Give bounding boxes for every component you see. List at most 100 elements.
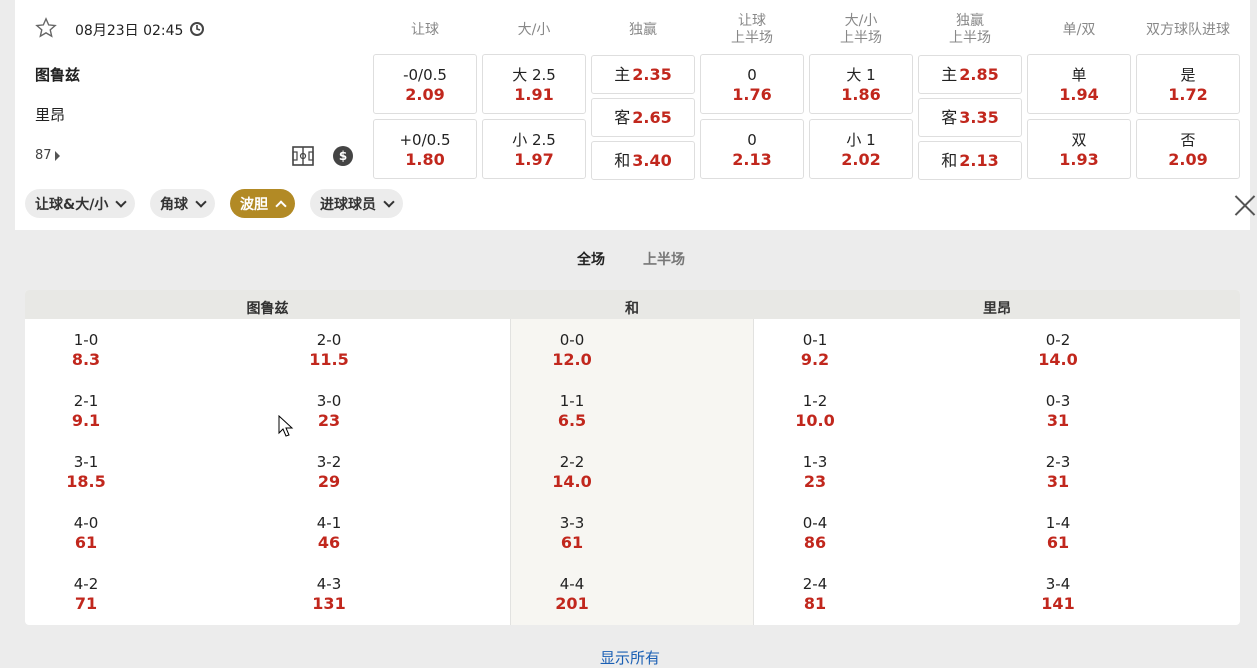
odds-button[interactable]: 双 1.93 [1027, 119, 1131, 179]
tab-fulltime[interactable]: 全场 [577, 249, 605, 269]
chevron-down-icon [383, 195, 395, 208]
column-header: 独赢 上半场 [949, 13, 991, 46]
odds-button[interactable]: 小 1 2.02 [809, 119, 913, 179]
market-filter-chip[interactable]: 角球 [150, 189, 215, 218]
odds-button[interactable]: 0 2.13 [700, 119, 804, 179]
odds-button[interactable]: 和 3.40 [591, 141, 695, 180]
pitch-icon[interactable] [292, 146, 314, 166]
odds-button[interactable]: 否 2.09 [1136, 119, 1240, 179]
odds-button[interactable]: 主 2.35 [591, 55, 695, 94]
score-cell[interactable]: 2-2 14.0 [512, 452, 632, 492]
column-header: 双方球队进球 [1146, 21, 1230, 38]
cash-out-icon[interactable]: $ [333, 146, 353, 166]
tab-firsthalf[interactable]: 上半场 [643, 249, 685, 269]
odds-button[interactable]: 0 1.76 [700, 54, 804, 114]
odds-button[interactable]: 大 1 1.86 [809, 54, 913, 114]
odds-value: 1.93 [1059, 150, 1099, 169]
odds-value: 3.35 [959, 107, 999, 127]
column-header: 大/小 [517, 21, 551, 38]
score-cell[interactable]: 3-2 29 [269, 452, 389, 492]
score-odds: 86 [803, 533, 827, 552]
odds-button[interactable]: 主 2.85 [918, 55, 1022, 94]
page: 08月23日 02:45 图鲁兹 里昂 87 $ 让球 大/小 独赢 让球 上半场 大/小… [0, 0, 1257, 668]
odds-label: 是 [1180, 66, 1196, 84]
caret-right-icon [54, 150, 60, 161]
score-cell[interactable]: 4-4 201 [512, 574, 632, 614]
odds-value: 2.35 [632, 64, 672, 84]
grid-head-home: 图鲁兹 [246, 301, 289, 317]
score-cell[interactable]: 0-3 31 [998, 391, 1118, 431]
score-cell[interactable]: 4-1 46 [269, 513, 389, 553]
odds-value: 2.02 [841, 150, 881, 169]
column-header: 单/双 [1062, 21, 1096, 38]
score-cell[interactable]: 1-1 6.5 [512, 391, 632, 431]
score-label: 1-2 [802, 392, 828, 410]
score-label: 3-0 [316, 392, 342, 410]
odds-button[interactable]: 客 2.65 [591, 98, 695, 137]
market-filter-chip[interactable]: 让球&大/小 [25, 189, 136, 218]
odds-value: 3.40 [632, 150, 672, 170]
score-odds: 71 [74, 594, 98, 613]
show-all-link[interactable]: 显示所有 [600, 647, 660, 668]
match-card: 08月23日 02:45 图鲁兹 里昂 87 $ 让球 大/小 独赢 让球 上半场 大/小… [15, 0, 1250, 230]
score-cell[interactable]: 2-0 11.5 [269, 330, 389, 370]
score-odds: 12.0 [552, 350, 592, 369]
score-cell[interactable]: 2-3 31 [998, 452, 1118, 492]
odds-button[interactable]: 客 3.35 [918, 98, 1022, 137]
odds-value: 1.91 [514, 85, 554, 104]
score-odds: 31 [1046, 411, 1070, 430]
odds-label: 小 1 [846, 131, 876, 149]
odds-button[interactable]: 和 2.13 [918, 141, 1022, 180]
score-label: 2-3 [1045, 453, 1071, 471]
score-cell[interactable]: 4-2 71 [26, 574, 146, 614]
odds-button[interactable]: +0/0.5 1.80 [373, 119, 477, 179]
chevron-down-icon [115, 195, 127, 208]
score-label: 2-4 [802, 575, 828, 593]
mouse-cursor-icon [278, 415, 294, 437]
odds-value: 1.86 [841, 85, 881, 104]
odds-button[interactable]: 大 2.5 1.91 [482, 54, 586, 114]
score-cell[interactable]: 4-3 131 [269, 574, 389, 614]
odds-button[interactable]: 单 1.94 [1027, 54, 1131, 114]
score-cell[interactable]: 1-2 10.0 [755, 391, 875, 431]
score-cell[interactable]: 2-4 81 [755, 574, 875, 614]
score-odds: 8.3 [71, 350, 101, 369]
score-odds: 81 [803, 594, 827, 613]
score-odds: 141 [1041, 594, 1075, 613]
score-cell[interactable]: 0-4 86 [755, 513, 875, 553]
score-cell[interactable]: 0-0 12.0 [512, 330, 632, 370]
market-filter-chip[interactable]: 波胆 [230, 189, 295, 218]
market-filter-chip[interactable]: 进球球员 [310, 189, 403, 218]
score-cell[interactable]: 0-1 9.2 [755, 330, 875, 370]
score-odds: 11.5 [309, 350, 349, 369]
score-label: 2-2 [559, 453, 585, 471]
score-cell[interactable]: 1-4 61 [998, 513, 1118, 553]
odds-value: 1.72 [1168, 85, 1208, 104]
score-cell[interactable]: 1-3 23 [755, 452, 875, 492]
score-label: 1-4 [1045, 514, 1071, 532]
score-cell[interactable]: 1-0 8.3 [26, 330, 146, 370]
home-team: 图鲁兹 [35, 66, 81, 84]
grid-head-draw: 和 [625, 301, 639, 317]
odds-label: 否 [1180, 131, 1196, 149]
match-minute[interactable]: 87 [35, 148, 60, 163]
favorite-star-icon[interactable] [35, 17, 57, 39]
score-cell[interactable]: 4-0 61 [26, 513, 146, 553]
live-clock-icon [190, 22, 204, 36]
odds-button[interactable]: 是 1.72 [1136, 54, 1240, 114]
odds-button[interactable]: 小 2.5 1.97 [482, 119, 586, 179]
column-header: 大/小 上半场 [840, 13, 882, 46]
score-cell[interactable]: 2-1 9.1 [26, 391, 146, 431]
odds-button[interactable]: -0/0.5 2.09 [373, 54, 477, 114]
odds-value: 1.94 [1059, 85, 1099, 104]
chip-label: 让球&大/小 [35, 196, 109, 213]
score-cell[interactable]: 3-4 141 [998, 574, 1118, 614]
odds-label: 大 2.5 [512, 66, 556, 84]
score-cell[interactable]: 0-2 14.0 [998, 330, 1118, 370]
score-odds: 61 [74, 533, 98, 552]
grid-head-away: 里昂 [983, 301, 1011, 317]
close-icon[interactable] [1233, 193, 1257, 217]
score-cell[interactable]: 3-3 61 [512, 513, 632, 553]
score-cell[interactable]: 3-1 18.5 [26, 452, 146, 492]
score-label: 3-1 [73, 453, 99, 471]
